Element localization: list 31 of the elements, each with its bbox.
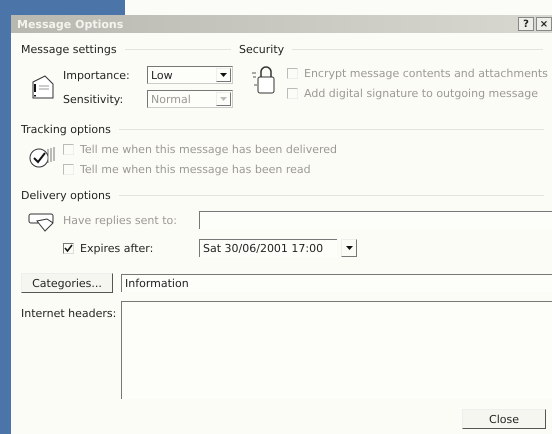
check-icon (64, 244, 73, 252)
caret-icon (220, 97, 227, 101)
option-label: Encrypt message contents and attachments (304, 66, 548, 80)
internet-headers-label: Internet headers: (21, 306, 118, 320)
close-button[interactable]: × (536, 17, 552, 31)
padlock-icon (250, 65, 276, 95)
window-title: Message Options (17, 18, 124, 30)
sensitivity-label: Sensitivity: (63, 92, 124, 106)
tracking-check-icon (28, 145, 56, 169)
group-title: Security (239, 42, 284, 56)
group-title: Tracking options (21, 122, 111, 136)
checkbox[interactable] (63, 242, 74, 254)
group-title: Delivery options (21, 188, 111, 202)
help-button[interactable]: ? (518, 17, 534, 31)
group-title: Message settings (21, 42, 117, 56)
categories-button[interactable]: Categories... (21, 273, 113, 293)
replies-label: Have replies sent to: (63, 213, 178, 227)
internet-headers-field[interactable] (121, 301, 552, 399)
option-label: Expires after: (80, 242, 154, 254)
option-label: Tell me when this message has been delivered (80, 142, 338, 156)
close-button[interactable]: Close (462, 409, 546, 429)
date-dropdown-button[interactable] (341, 239, 357, 257)
caret-icon (220, 73, 227, 77)
option-label: Add digital signature to outgoing message (304, 86, 538, 100)
categories-field[interactable]: Information (121, 274, 552, 292)
replies-field[interactable] (199, 211, 552, 229)
expiry-date-field[interactable]: Sat 30/06/2001 17:00 (199, 239, 337, 257)
importance-label: Importance: (63, 68, 131, 82)
option-label: Tell me when this message has been read (80, 162, 311, 176)
caret-icon (346, 246, 352, 250)
importance-dropdown[interactable]: Low (147, 66, 233, 84)
